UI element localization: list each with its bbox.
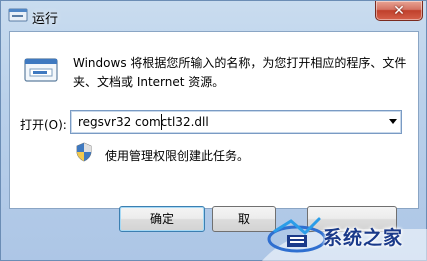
command-input[interactable]: regsvr32 comctl32.dll bbox=[78, 115, 209, 129]
instruction-text: Windows 将根据您所输入的名称，为您打开相应的程序、文件夹、文档或 Int… bbox=[73, 56, 407, 89]
command-combobox[interactable]: regsvr32 comctl32.dll bbox=[70, 110, 402, 134]
title-bar[interactable]: 运行 ✕ bbox=[1, 1, 426, 31]
close-icon: ✕ bbox=[393, 3, 405, 19]
open-label: 打开(O): bbox=[20, 118, 67, 132]
watermark-text: 系统之家 bbox=[323, 227, 404, 249]
run-icon bbox=[8, 8, 28, 22]
close-button[interactable]: ✕ bbox=[375, 1, 423, 21]
window-title: 运行 bbox=[32, 12, 59, 27]
run-dialog-window: 运行 ✕ Windows 将根据您所输入的名称，为您打开相应的程序、文件夹、文档… bbox=[0, 0, 427, 261]
chevron-down-icon[interactable] bbox=[389, 119, 397, 124]
run-program-icon bbox=[24, 58, 58, 82]
admin-privilege-note: 使用管理权限创建此任务。 bbox=[105, 149, 250, 163]
uac-shield-icon bbox=[76, 142, 92, 162]
dialog-body: Windows 将根据您所输入的名称，为您打开相应的程序、文件夹、文档或 Int… bbox=[9, 31, 419, 209]
text-caret bbox=[161, 114, 162, 130]
ok-button[interactable]: 确定 bbox=[119, 206, 205, 232]
